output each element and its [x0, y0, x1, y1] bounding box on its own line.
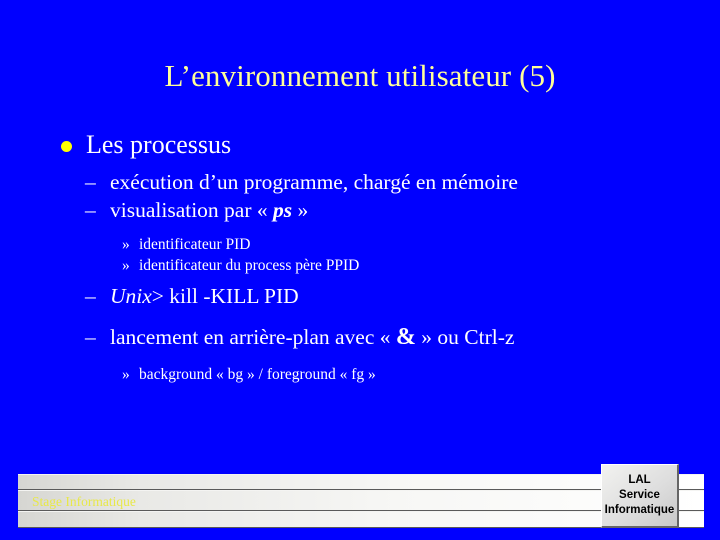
guillemet-marker-icon: » — [122, 257, 130, 274]
dash-marker-icon: – — [85, 198, 96, 222]
ampersand-emphasis: & — [395, 324, 416, 350]
command-ps-emphasis: ps — [273, 198, 293, 222]
bullet-level2-prefix: visualisation par « — [110, 198, 274, 222]
lal-logo-line3: Informatique — [604, 504, 675, 516]
lal-logo-line2: Service — [619, 489, 660, 501]
bullet-level2-suffix: » — [292, 198, 309, 222]
bullet-level3-label: identificateur du process père PPID — [139, 257, 360, 274]
slide-body: Les processus – exécution d’un programme… — [52, 128, 692, 385]
bullet-level2-label: exécution d’un programme, chargé en mémo… — [110, 170, 518, 194]
bullet-level2-kill-command: – Unix> kill -KILL PID — [52, 282, 692, 310]
guillemet-marker-icon: » — [122, 366, 130, 383]
bullet-level1-label: Les processus — [86, 130, 232, 159]
bullet-level2-background-launch: – lancement en arrière-plan avec « & » o… — [52, 323, 692, 351]
guillemet-marker-icon: » — [122, 236, 130, 253]
dash-marker-icon: – — [85, 325, 96, 349]
lal-logo-line1: LAL — [628, 474, 651, 486]
bullet-level2-execution: – exécution d’un programme, chargé en mé… — [52, 168, 692, 196]
slide-canvas: L’environnement utilisateur (5) Les proc… — [0, 0, 720, 540]
bullet-dot-icon — [61, 141, 72, 152]
bullet-level3-label: background « bg » / foreground « fg » — [139, 366, 376, 383]
bullet-level3-ppid: » identificateur du process père PPID — [52, 255, 692, 276]
bullet-level3-bg-fg: » background « bg » / foreground « fg » — [52, 364, 692, 385]
shell-prompt-label: Unix — [110, 284, 152, 308]
lal-logo-box: LAL Service Informatique — [601, 464, 679, 528]
shell-command-label: > kill -KILL PID — [151, 284, 299, 308]
dash-marker-icon: – — [85, 170, 96, 194]
dash-marker-icon: – — [85, 284, 96, 308]
bullet-level2-visualisation: – visualisation par « ps » — [52, 196, 692, 224]
footer-label: Stage Informatique — [32, 494, 136, 509]
bullet-level3-label: identificateur PID — [139, 236, 251, 253]
bullet-level2-prefix: lancement en arrière-plan avec « — [110, 325, 396, 349]
bullet-level1-les-processus: Les processus — [52, 128, 692, 162]
bullet-level3-pid: » identificateur PID — [52, 234, 692, 255]
bullet-level2-suffix: » ou Ctrl-z — [415, 325, 515, 349]
page-title: L’environnement utilisateur (5) — [164, 58, 556, 93]
